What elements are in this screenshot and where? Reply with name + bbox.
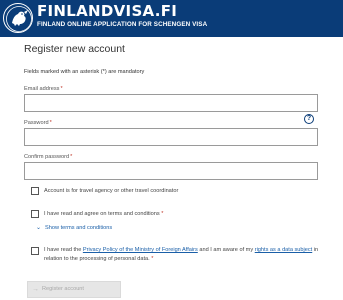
privacy-row[interactable]: I have read the Privacy Policy of the Mi… <box>31 246 321 266</box>
mandatory-note: Fields marked with an asterisk (*) are m… <box>24 69 145 75</box>
required-mark: * <box>60 86 63 92</box>
required-mark: * <box>70 154 73 160</box>
terms-label-text: I have read and agree on terms and condi… <box>44 211 160 217</box>
password-field[interactable] <box>24 128 318 146</box>
required-mark: * <box>161 211 164 217</box>
register-account-label: Register account <box>42 286 84 292</box>
chevron-down-icon: ⌄ <box>36 225 42 231</box>
show-terms-toggle[interactable]: ⌄ Show terms and conditions <box>36 224 112 232</box>
required-mark: * <box>49 120 52 126</box>
site-subtitle: FINLAND ONLINE APPLICATION FOR SCHENGEN … <box>37 21 208 28</box>
terms-label: I have read and agree on terms and condi… <box>44 210 163 219</box>
travel-agency-checkbox[interactable] <box>31 187 39 195</box>
site-header: FINLANDVISA.FI FINLAND ONLINE APPLICATIO… <box>0 0 343 37</box>
password-help-icon[interactable]: ? <box>304 114 314 124</box>
privacy-checkbox[interactable] <box>31 247 39 255</box>
page-title: Register new account <box>24 43 125 55</box>
travel-agency-row[interactable]: Account is for travel agency or other tr… <box>31 187 321 197</box>
email-label-text: Email address <box>24 86 60 92</box>
data-subject-rights-link[interactable]: rights as a data subject <box>255 247 313 253</box>
confirm-password-label: Confirm password* <box>24 153 72 161</box>
confirm-password-label-text: Confirm password <box>24 154 70 160</box>
lion-coat-of-arms-icon[interactable] <box>3 3 33 33</box>
confirm-password-field[interactable] <box>24 162 318 180</box>
password-label-text: Password <box>24 120 49 126</box>
site-title[interactable]: FINLANDVISA.FI <box>37 3 177 20</box>
password-label: Password* <box>24 119 52 127</box>
email-field[interactable] <box>24 94 318 112</box>
email-label: Email address* <box>24 85 63 93</box>
privacy-policy-link[interactable]: Privacy Policy of the Ministry of Foreig… <box>83 247 198 253</box>
privacy-text-1: I have read the <box>44 247 83 253</box>
privacy-text-2: and I am aware of my <box>197 247 255 253</box>
privacy-label: I have read the Privacy Policy of the Mi… <box>44 246 324 263</box>
show-terms-label: Show terms and conditions <box>45 225 113 231</box>
terms-checkbox[interactable] <box>31 210 39 218</box>
travel-agency-label: Account is for travel agency or other tr… <box>44 188 179 194</box>
register-account-button[interactable]: → Register account <box>27 281 121 298</box>
terms-row[interactable]: I have read and agree on terms and condi… <box>31 210 321 220</box>
required-mark: * <box>151 255 154 262</box>
arrow-right-icon: → <box>32 286 39 293</box>
